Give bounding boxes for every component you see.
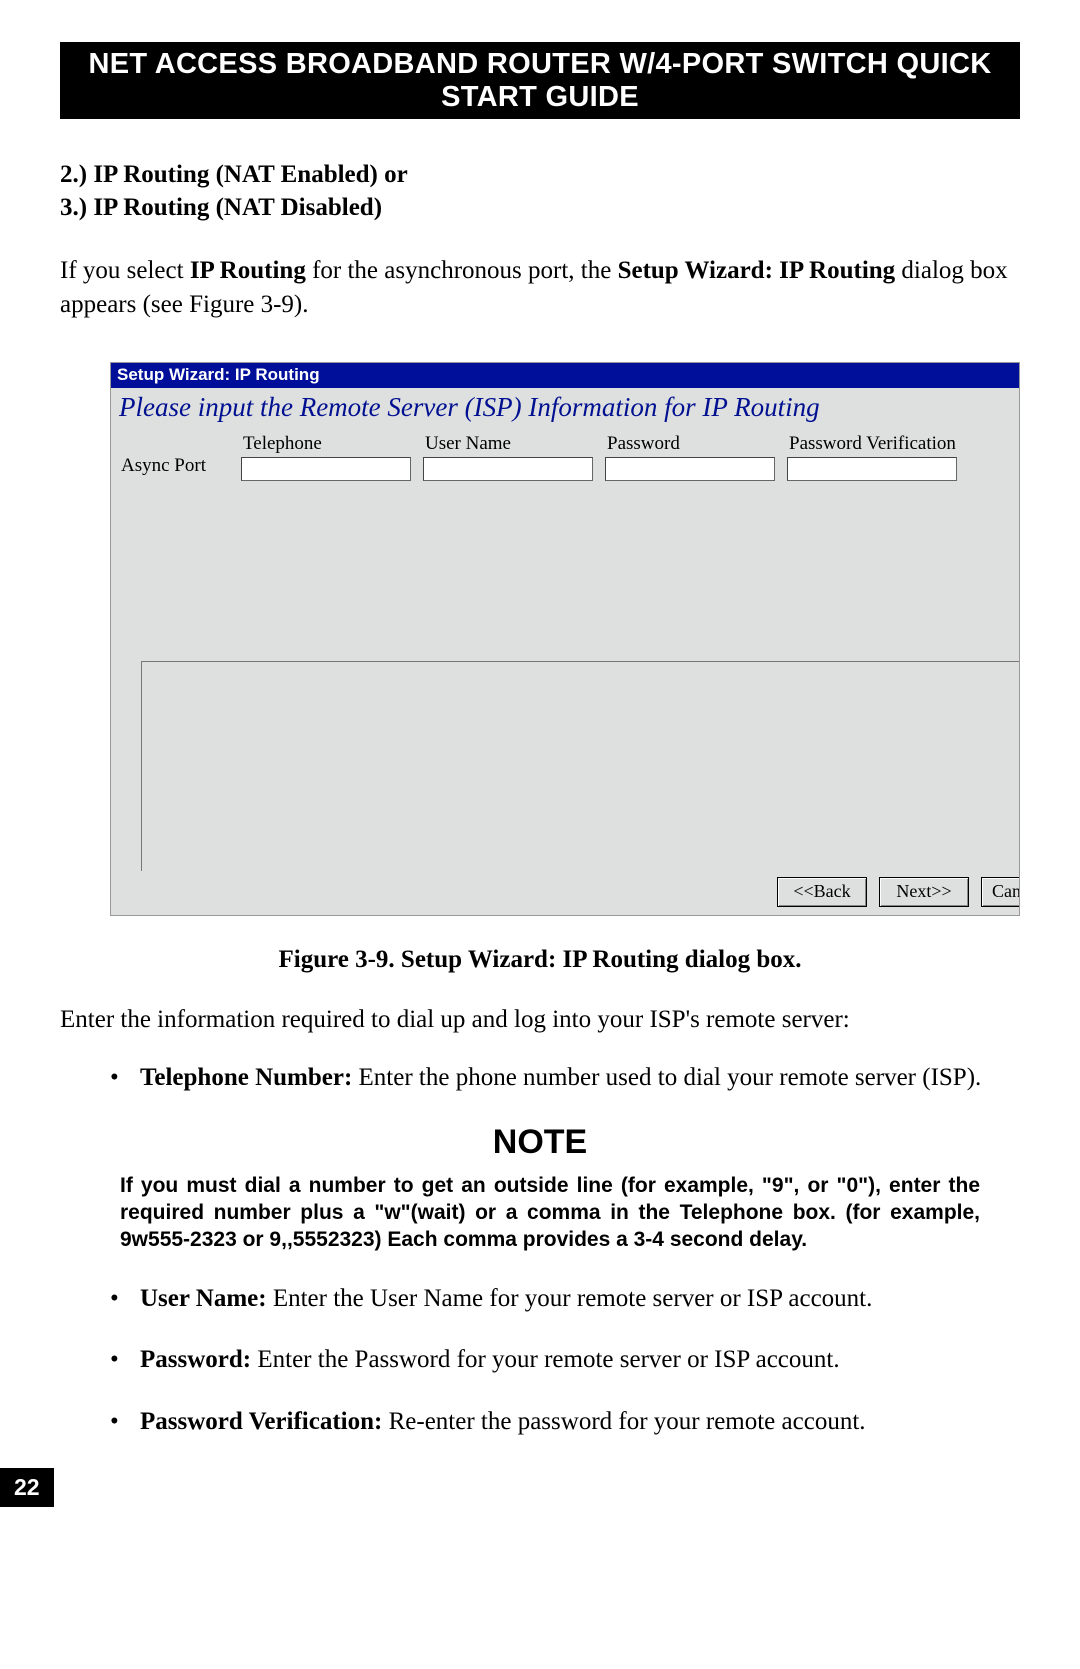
instruction-paragraph: Enter the information required to dial u… <box>60 1004 1020 1037</box>
col-password-verify: Password Verification <box>787 433 1019 481</box>
page-number: 22 <box>0 1468 54 1507</box>
bullet-telephone: Telephone Number: Enter the phone number… <box>110 1061 1020 1095</box>
section-heading-line-2: 3.) IP Routing (NAT Disabled) <box>60 192 1020 225</box>
intro-text-mid: for the asynchronous port, the <box>306 257 618 284</box>
bullet-password-text: Enter the Password for your remote serve… <box>251 1346 840 1373</box>
bullet-user-name-label: User Name: <box>140 1285 267 1312</box>
dialog-titlebar: Setup Wizard: IP Routing <box>111 363 1019 388</box>
telephone-input[interactable] <box>241 457 411 481</box>
figure-caption: Figure 3-9. Setup Wizard: IP Routing dia… <box>60 946 1020 974</box>
bullet-telephone-text: Enter the phone number used to dial your… <box>352 1064 981 1091</box>
note-heading: NOTE <box>60 1123 1020 1162</box>
back-button[interactable]: <<Back <box>777 877 867 907</box>
col-password: Password <box>605 433 775 481</box>
col-telephone: Telephone <box>241 433 411 481</box>
document-header: NET ACCESS BROADBAND ROUTER W/4-PORT SWI… <box>60 42 1020 119</box>
intro-bold-2: Setup Wizard: IP Routing <box>618 257 896 284</box>
bullet-password-verify-text: Re-enter the password for your remote ac… <box>382 1408 865 1435</box>
section-heading-line-1: 2.) IP Routing (NAT Enabled) or <box>60 159 1020 192</box>
figure-dialog: Setup Wizard: IP Routing Please input th… <box>110 362 1020 916</box>
cancel-button[interactable]: Can <box>981 877 1019 907</box>
col-head-password: Password <box>605 433 775 455</box>
bullet-telephone-label: Telephone Number: <box>140 1064 352 1091</box>
bullet-password: Password: Enter the Password for your re… <box>110 1343 1020 1377</box>
dialog-heading: Please input the Remote Server (ISP) Inf… <box>111 388 1019 433</box>
user-name-input[interactable] <box>423 457 593 481</box>
col-user-name: User Name <box>423 433 593 481</box>
col-head-user-name: User Name <box>423 433 593 455</box>
bullet-password-label: Password: <box>140 1346 251 1373</box>
intro-bold-1: IP Routing <box>190 257 306 284</box>
dialog-button-row: <<Back Next>> Can <box>111 871 1019 915</box>
intro-paragraph: If you select IP Routing for the asynchr… <box>60 254 1020 322</box>
bullet-user-name: User Name: Enter the User Name for your … <box>110 1282 1020 1316</box>
bullet-password-verify-label: Password Verification: <box>140 1408 382 1435</box>
col-head-telephone: Telephone <box>241 433 411 455</box>
bullet-password-verify: Password Verification: Re-enter the pass… <box>110 1405 1020 1439</box>
col-head-password-verify: Password Verification <box>787 433 1019 455</box>
dialog-window: Setup Wizard: IP Routing Please input th… <box>110 362 1020 916</box>
bullet-user-name-text: Enter the User Name for your remote serv… <box>267 1285 873 1312</box>
intro-text-prefix: If you select <box>60 257 190 284</box>
note-body: If you must dial a number to get an outs… <box>60 1172 1020 1254</box>
password-verify-input[interactable] <box>787 457 957 481</box>
dialog-inner-frame <box>141 661 1019 871</box>
password-input[interactable] <box>605 457 775 481</box>
next-button[interactable]: Next>> <box>879 877 969 907</box>
row-label-async-port: Async Port <box>111 455 241 481</box>
dialog-spacer <box>111 481 1019 661</box>
dialog-form-row: Async Port Telephone User Name Password … <box>111 433 1019 481</box>
